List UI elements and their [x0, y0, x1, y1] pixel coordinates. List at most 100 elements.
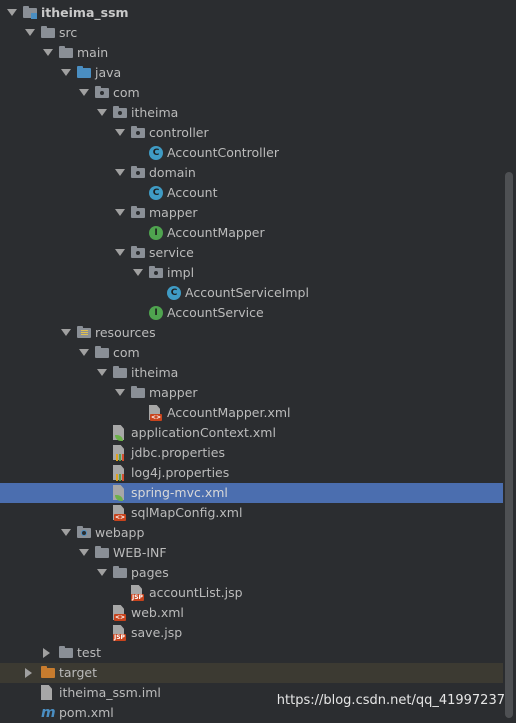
class-icon: C [167, 286, 181, 300]
folder-icon [95, 346, 109, 358]
folder-icon [41, 26, 55, 38]
iml-file-icon [41, 683, 57, 703]
chevron-down-icon[interactable] [115, 209, 125, 216]
tree-node-accountmapper-xml[interactable]: <> AccountMapper.xml [0, 403, 503, 423]
tree-node-account[interactable]: C Account [0, 183, 503, 203]
tree-node-mapper[interactable]: mapper [0, 203, 503, 223]
chevron-down-icon[interactable] [115, 129, 125, 136]
tree-node-src[interactable]: src [0, 23, 503, 43]
package-icon [113, 106, 127, 118]
tree-node-label: AccountService [167, 305, 264, 320]
folder-icon [131, 386, 145, 398]
tree-node-label: mapper [149, 385, 198, 400]
chevron-down-icon[interactable] [7, 9, 17, 16]
module-folder-icon [23, 6, 37, 19]
tree-node-label: AccountServiceImpl [185, 285, 309, 300]
package-icon [95, 86, 109, 98]
tree-node-java[interactable]: java [0, 63, 503, 83]
interface-icon: I [149, 226, 163, 240]
tree-node-mapper[interactable]: mapper [0, 383, 503, 403]
source-folder-icon [77, 66, 91, 78]
tree-node-label: save.jsp [131, 625, 183, 640]
tree-node-log4j-properties[interactable]: log4j.properties [0, 463, 503, 483]
chevron-right-icon[interactable] [25, 668, 32, 678]
tree-node-com[interactable]: com [0, 83, 503, 103]
scrollbar-thumb[interactable] [505, 172, 513, 718]
chevron-down-icon[interactable] [61, 329, 71, 336]
chevron-down-icon[interactable] [133, 269, 143, 276]
chevron-down-icon[interactable] [115, 169, 125, 176]
tree-node-accountserviceimpl[interactable]: C AccountServiceImpl [0, 283, 503, 303]
tree-node-label: Account [167, 185, 218, 200]
spring-xml-file-icon [113, 423, 129, 443]
tree-node-accountlist-jsp[interactable]: JSP accountList.jsp [0, 583, 503, 603]
tree-node-label: AccountController [167, 145, 279, 160]
tree-node-sqlmapconfig-xml[interactable]: <> sqlMapConfig.xml [0, 503, 503, 523]
tree-node-test[interactable]: test [0, 643, 503, 663]
properties-file-icon [113, 463, 129, 483]
xml-file-badge: <> [114, 514, 127, 521]
tree-node-accountservice[interactable]: I AccountService [0, 303, 503, 323]
tree-node-itheima[interactable]: itheima [0, 103, 503, 123]
chevron-down-icon[interactable] [115, 249, 125, 256]
tree-node-label: controller [149, 125, 209, 140]
chevron-down-icon[interactable] [79, 89, 89, 96]
tree-node-label: spring-mvc.xml [131, 485, 228, 500]
tree-node-label: jdbc.properties [131, 445, 225, 460]
tree-node-label: itheima_ssm [41, 5, 129, 20]
watermark-text: https://blog.csdn.net/qq_41997237 [276, 693, 505, 708]
tree-node-label: itheima [131, 105, 179, 120]
tree-node-web-xml[interactable]: <> web.xml [0, 603, 503, 623]
tree-node-web-inf[interactable]: WEB-INF [0, 543, 503, 563]
tree-node-target[interactable]: target [0, 663, 503, 683]
tree-node-itheima-ssm[interactable]: itheima_ssm [0, 3, 503, 23]
chevron-down-icon[interactable] [25, 29, 35, 36]
tree-node-impl[interactable]: impl [0, 263, 503, 283]
tree-node-jdbc-properties[interactable]: jdbc.properties [0, 443, 503, 463]
tree-node-itheima[interactable]: itheima [0, 363, 503, 383]
tree-node-label: com [113, 85, 140, 100]
tree-node-com[interactable]: com [0, 343, 503, 363]
vertical-scrollbar[interactable] [503, 0, 516, 722]
tree-node-webapp[interactable]: webapp [0, 523, 503, 543]
excluded-folder-icon [41, 666, 55, 678]
package-icon [149, 266, 163, 278]
chevron-down-icon[interactable] [97, 109, 107, 116]
properties-file-badge [116, 474, 124, 481]
tree-node-label: src [59, 25, 78, 40]
class-icon: C [149, 146, 163, 160]
chevron-right-icon[interactable] [43, 648, 50, 658]
tree-node-label: impl [167, 265, 195, 280]
properties-file-badge [116, 454, 124, 461]
tree-node-label: applicationContext.xml [131, 425, 276, 440]
folder-icon [95, 546, 109, 558]
tree-node-label: java [95, 65, 122, 80]
chevron-down-icon[interactable] [79, 549, 89, 556]
chevron-down-icon[interactable] [61, 529, 71, 536]
package-icon [131, 166, 145, 178]
tree-node-label: mapper [149, 205, 198, 220]
tree-node-controller[interactable]: controller [0, 123, 503, 143]
chevron-down-icon[interactable] [79, 349, 89, 356]
chevron-down-icon[interactable] [97, 369, 107, 376]
tree-node-label: accountList.jsp [149, 585, 243, 600]
spring-xml-file-icon [113, 483, 129, 503]
tree-node-spring-mvc-xml[interactable]: spring-mvc.xml [0, 483, 503, 503]
chevron-down-icon[interactable] [61, 69, 71, 76]
chevron-down-icon[interactable] [115, 389, 125, 396]
chevron-down-icon[interactable] [43, 49, 53, 56]
tree-node-service[interactable]: service [0, 243, 503, 263]
tree-node-domain[interactable]: domain [0, 163, 503, 183]
tree-node-accountmapper[interactable]: I AccountMapper [0, 223, 503, 243]
class-icon: C [149, 186, 163, 200]
file-shape-icon [41, 685, 52, 700]
chevron-down-icon[interactable] [97, 569, 107, 576]
tree-node-save-jsp[interactable]: JSP save.jsp [0, 623, 503, 643]
tree-node-label: AccountMapper.xml [167, 405, 291, 420]
tree-node-applicationcontext-xml[interactable]: applicationContext.xml [0, 423, 503, 443]
tree-node-resources[interactable]: resources [0, 323, 503, 343]
tree-node-label: main [77, 45, 109, 60]
tree-node-main[interactable]: main [0, 43, 503, 63]
tree-node-accountcontroller[interactable]: C AccountController [0, 143, 503, 163]
tree-node-pages[interactable]: pages [0, 563, 503, 583]
